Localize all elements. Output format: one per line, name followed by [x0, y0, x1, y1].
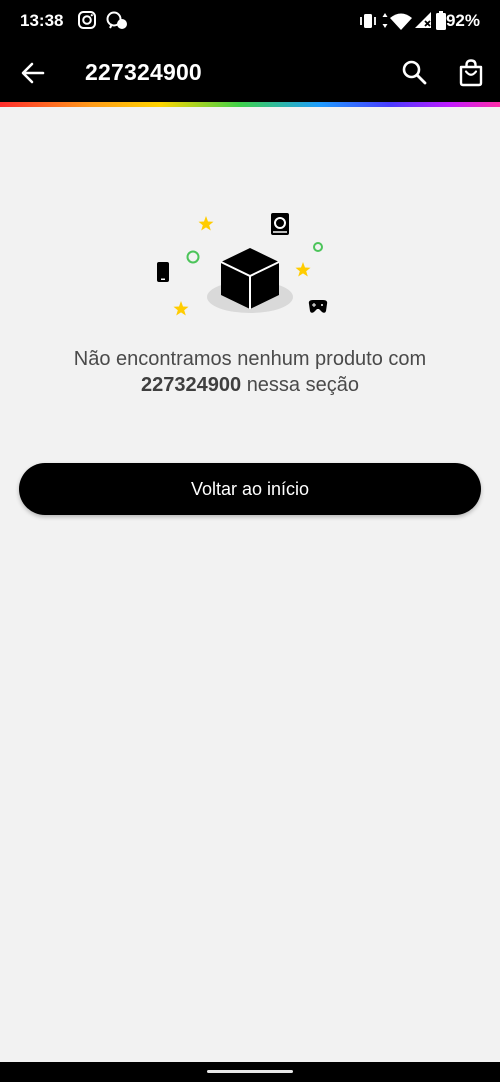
book-icon [271, 213, 289, 235]
whatsapp-icon [106, 11, 127, 29]
signal-icon [415, 12, 431, 28]
instagram-icon [78, 11, 96, 29]
gamepad-icon [308, 300, 328, 313]
phone-icon [157, 262, 169, 282]
message-prefix: Não encontramos nenhum produto com [73, 348, 427, 370]
empty-state-message: Não encontramos nenhum produto com 22732… [30, 346, 470, 398]
search-query: 227324900 [141, 374, 242, 396]
battery-icon [436, 11, 446, 30]
vibrate-icon [360, 14, 376, 28]
message-suffix: nessa seção [246, 374, 359, 396]
wifi-icon [382, 13, 412, 30]
navigation-bar [0, 1062, 500, 1082]
page-title: 227324900 [85, 59, 202, 85]
empty-state-illustration [157, 213, 328, 316]
rainbow-divider [0, 102, 500, 107]
back-to-home-label: Voltar ao início [190, 478, 310, 499]
search-icon[interactable] [401, 59, 427, 85]
status-time: 13:38 [20, 11, 64, 30]
back-arrow-icon[interactable] [20, 60, 46, 86]
shopping-bag-icon[interactable] [458, 59, 484, 87]
status-bar: 13:38 92% [0, 0, 500, 42]
home-gesture-handle[interactable] [207, 1070, 293, 1073]
battery-percentage: 92% [445, 11, 480, 30]
back-to-home-button[interactable]: Voltar ao início [19, 463, 481, 515]
app-bar: 227324900 [0, 42, 500, 102]
